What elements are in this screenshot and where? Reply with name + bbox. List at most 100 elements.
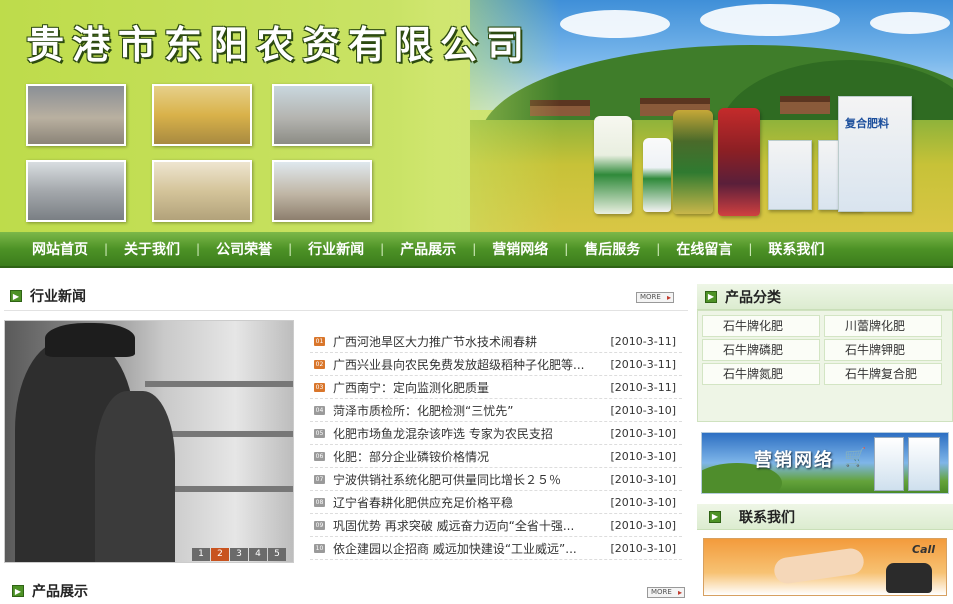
product-categories-header: ▶ 产品分类 (697, 284, 953, 310)
header-banner: 贵港市东阳农资有限公司 复合肥料 (0, 0, 953, 232)
arrow-right-icon: ▶ (10, 290, 22, 302)
news-number-icon: 03 (314, 382, 325, 392)
section-title: 产品分类 (725, 289, 781, 306)
nav-separator: | (564, 242, 569, 256)
nav-item-contact[interactable]: 联系我们 (768, 239, 824, 259)
news-item[interactable]: 09 巩固优势 再求突破 威远奋力迈向“全省十强... [2010-3-10] (310, 514, 682, 537)
product-bottle-image (673, 110, 713, 214)
nav-separator: | (380, 242, 385, 256)
news-title-link[interactable]: 巩固优势 再求突破 威远奋力迈向“全省十强... (333, 517, 595, 534)
pager-button-active[interactable]: 2 (211, 548, 229, 561)
product-categories-box: 石牛牌化肥 川蕾牌化肥 石牛牌磷肥 石牛牌钾肥 石牛牌氮肥 石牛牌复合肥 (697, 310, 953, 422)
pager-button[interactable]: 4 (249, 548, 267, 561)
news-title-link[interactable]: 广西兴业县向农民免费发放超级稻种子化肥等... (333, 356, 595, 373)
nav-item-products[interactable]: 产品展示 (400, 239, 456, 259)
news-date: [2010-3-11] (610, 380, 676, 394)
news-date: [2010-3-10] (610, 449, 676, 463)
news-title-link[interactable]: 广西河池旱区大力推广节水技术闹春耕 (333, 333, 595, 350)
banner-cloud (870, 12, 950, 34)
banner-cloud (700, 4, 840, 36)
pager-button[interactable]: 1 (192, 548, 210, 561)
news-item[interactable]: 04 菏泽市质检所：化肥检测“三忧先” [2010-3-10] (310, 399, 682, 422)
marketing-network-banner[interactable]: 营销网络 🛒 (701, 432, 949, 494)
category-link[interactable]: 石牛牌氮肥 (702, 363, 820, 385)
nav-item-home[interactable]: 网站首页 (32, 239, 88, 259)
news-number-icon: 02 (314, 359, 325, 369)
nav-item-message[interactable]: 在线留言 (676, 239, 732, 259)
news-number-icon: 04 (314, 405, 325, 415)
warehouse-photo (152, 84, 252, 146)
right-sidebar: ▶ 产品分类 石牛牌化肥 川蕾牌化肥 石牛牌磷肥 石牛牌钾肥 石牛牌氮肥 石牛牌… (697, 284, 953, 604)
warehouse-photo (26, 160, 126, 222)
marketing-network-text: 营销网络 (754, 450, 834, 471)
company-logo-title: 贵港市东阳农资有限公司 (26, 22, 533, 67)
category-link[interactable]: 石牛牌钾肥 (824, 339, 942, 361)
news-title-link[interactable]: 辽宁省春耕化肥供应充足价格平稳 (333, 494, 595, 511)
news-number-icon: 08 (314, 497, 325, 507)
news-item[interactable]: 07 宁波供销社系统化肥可供量同比增长２５％ [2010-3-10] (310, 468, 682, 491)
pager-button[interactable]: 5 (268, 548, 286, 561)
news-date: [2010-3-11] (610, 334, 676, 348)
news-list: 01 广西河池旱区大力推广节水技术闹春耕 [2010-3-11] 02 广西兴业… (310, 330, 682, 560)
news-date: [2010-3-10] (610, 472, 676, 486)
photo-pager: 1 2 3 4 5 (192, 548, 287, 561)
news-item[interactable]: 08 辽宁省春耕化肥供应充足价格平稳 [2010-3-10] (310, 491, 682, 514)
news-date: [2010-3-10] (610, 403, 676, 417)
warehouse-photo (272, 160, 372, 222)
news-title-link[interactable]: 化肥市场鱼龙混杂该咋选 专家为农民支招 (333, 425, 595, 442)
nav-separator: | (196, 242, 201, 256)
news-title-link[interactable]: 宁波供销社系统化肥可供量同比增长２５％ (333, 471, 595, 488)
nav-separator: | (656, 242, 661, 256)
news-title-link[interactable]: 化肥：部分企业磷铵价格情况 (333, 448, 595, 465)
news-number-icon: 07 (314, 474, 325, 484)
news-title-link[interactable]: 广西南宁：定向监测化肥质量 (333, 379, 595, 396)
category-link[interactable]: 川蕾牌化肥 (824, 315, 942, 337)
photo-shelf (145, 381, 293, 387)
industry-news-more-button[interactable]: MORE (636, 292, 674, 303)
news-item[interactable]: 03 广西南宁：定向监测化肥质量 [2010-3-11] (310, 376, 682, 399)
category-link[interactable]: 石牛牌磷肥 (702, 339, 820, 361)
news-item[interactable]: 10 依企建园以企招商 威远加快建设“工业威远”... [2010-3-10] (310, 537, 682, 560)
nav-item-marketing[interactable]: 营销网络 (492, 239, 548, 259)
news-item[interactable]: 05 化肥市场鱼龙混杂该咋选 专家为农民支招 [2010-3-10] (310, 422, 682, 445)
contact-header: ▶ 联系我们 (697, 504, 953, 530)
news-item[interactable]: 01 广西河池旱区大力推广节水技术闹春耕 [2010-3-11] (310, 330, 682, 353)
section-title: 联系我们 (739, 509, 795, 526)
fertilizer-bag-image (874, 437, 904, 491)
news-feature-photo[interactable] (4, 320, 294, 563)
photo-cap (45, 323, 135, 357)
nav-item-after-sales[interactable]: 售后服务 (584, 239, 640, 259)
nav-item-honors[interactable]: 公司荣誉 (216, 239, 272, 259)
warehouse-photo (272, 84, 372, 146)
nav-item-industry-news[interactable]: 行业新闻 (308, 239, 364, 259)
banner-house (780, 96, 830, 114)
nav-separator: | (288, 242, 293, 256)
category-link[interactable]: 石牛牌复合肥 (824, 363, 942, 385)
product-show-more-button[interactable]: MORE (647, 587, 685, 598)
category-link[interactable]: 石牛牌化肥 (702, 315, 820, 337)
news-number-icon: 05 (314, 428, 325, 438)
news-title-link[interactable]: 依企建园以企招商 威远加快建设“工业威远”... (333, 540, 595, 557)
nav-separator: | (748, 242, 753, 256)
arrow-right-icon: ▶ (705, 290, 717, 303)
section-divider (4, 310, 688, 311)
phone-icon (886, 563, 932, 593)
photo-person (95, 391, 175, 562)
news-number-icon: 06 (314, 451, 325, 461)
industry-news-header: ▶ 行业新闻 (10, 283, 86, 309)
news-title-link[interactable]: 菏泽市质检所：化肥检测“三忧先” (333, 402, 595, 419)
news-number-icon: 01 (314, 336, 325, 346)
fertilizer-bag-image: 复合肥料 (838, 96, 912, 212)
news-item[interactable]: 06 化肥：部分企业磷铵价格情况 [2010-3-10] (310, 445, 682, 468)
nav-item-about[interactable]: 关于我们 (124, 239, 180, 259)
main-nav: 网站首页 | 关于我们 | 公司荣誉 | 行业新闻 | 产品展示 | 营销网络 … (0, 232, 953, 268)
news-item[interactable]: 02 广西兴业县向农民免费发放超级稻种子化肥等... [2010-3-11] (310, 353, 682, 376)
contact-banner[interactable]: Call (703, 538, 947, 596)
news-date: [2010-3-10] (610, 495, 676, 509)
pager-button[interactable]: 3 (230, 548, 248, 561)
news-number-icon: 10 (314, 543, 325, 553)
section-title: 产品展示 (32, 584, 88, 600)
fertilizer-bag-image (768, 140, 812, 210)
news-date: [2010-3-10] (610, 518, 676, 532)
fertilizer-bag-image (908, 437, 940, 491)
